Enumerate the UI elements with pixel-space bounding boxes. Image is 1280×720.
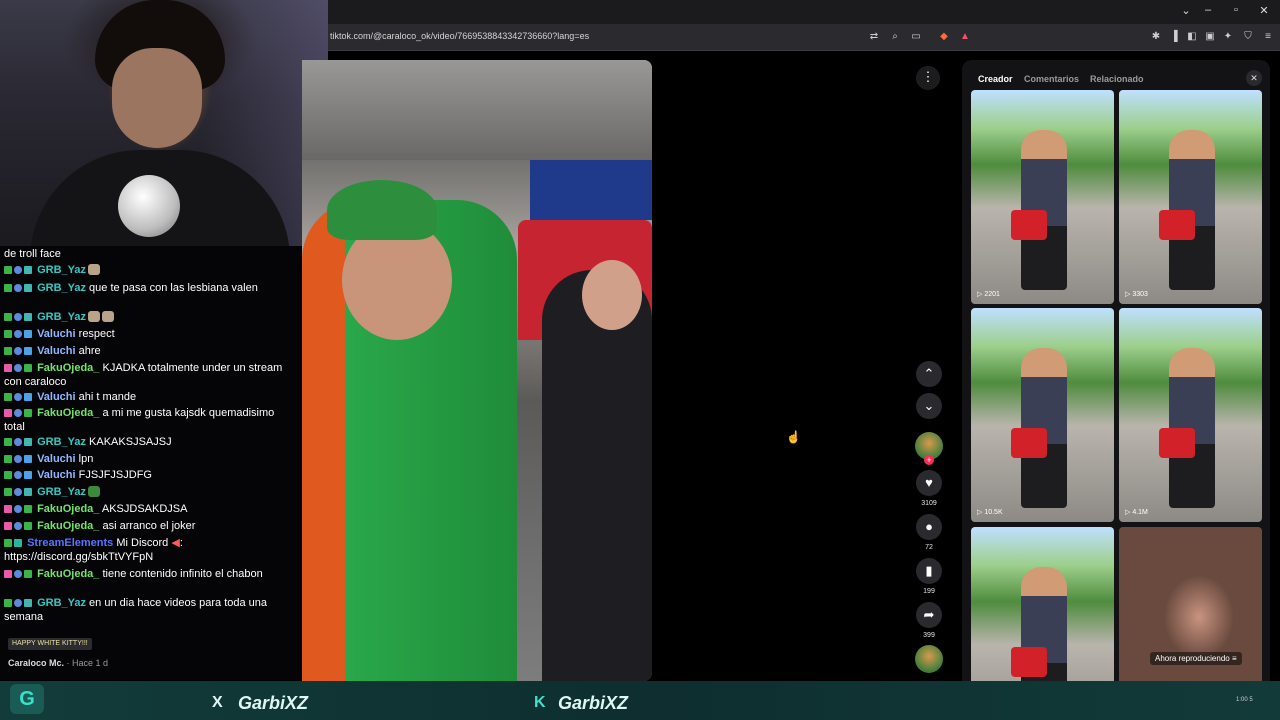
- video-thumbnail[interactable]: ▷ 3303: [1119, 90, 1262, 304]
- sidebar-icon[interactable]: ▐: [1168, 31, 1180, 43]
- chat-message: Valuchi respect: [4, 328, 296, 342]
- chat-message: GRB_Yaz: [4, 311, 296, 325]
- split-view-icon[interactable]: ◧: [1186, 31, 1198, 43]
- chat-username: Valuchi: [37, 469, 76, 481]
- chat-message: GRB_Yaz: [4, 264, 296, 278]
- close-window-button[interactable]: ✕: [1256, 4, 1272, 17]
- video-thumbnail[interactable]: [971, 527, 1114, 681]
- view-count: ▷ 2201: [977, 291, 1000, 298]
- bookmark-button[interactable]: ▮: [916, 558, 942, 584]
- chat-username: FakuOjeda_: [37, 520, 100, 532]
- microphone: [118, 175, 180, 237]
- chat-message: GRB_Yaz en un dia hace videos para toda …: [4, 597, 268, 623]
- chat-message: Valuchi ahi t mande: [4, 391, 296, 405]
- system-clock: 1:00 5: [1236, 697, 1253, 703]
- chat-message: StreamElements Mi Discord ◀: https://dis…: [4, 537, 183, 563]
- translate-icon[interactable]: ⇄: [868, 31, 880, 43]
- video-thumbnail[interactable]: ▷ 2201: [971, 90, 1114, 304]
- chat-username: GRB_Yaz: [37, 311, 86, 323]
- share-button[interactable]: ➦: [916, 602, 942, 628]
- chat-message: GRB_Yaz que te pasa con las lesbiana val…: [4, 282, 296, 296]
- wallet-icon[interactable]: ▣: [1204, 31, 1216, 43]
- video-thumbnail[interactable]: ▷ 4.1M: [1119, 308, 1262, 522]
- cast-icon[interactable]: ▭: [910, 31, 922, 43]
- kick-icon: K: [534, 694, 546, 711]
- chat-username: Valuchi: [37, 391, 76, 403]
- chat-message: GRB_Yaz: [4, 486, 296, 500]
- tab-creator[interactable]: Creador: [978, 74, 1013, 84]
- chat-username: GRB_Yaz: [37, 264, 86, 276]
- menu-icon[interactable]: ≡: [1262, 31, 1274, 43]
- twitter-handle: GarbiXZ: [238, 693, 309, 713]
- tab-comments[interactable]: Comentarios: [1024, 74, 1079, 84]
- like-button[interactable]: ♥: [916, 470, 942, 496]
- follow-plus-icon[interactable]: +: [924, 455, 934, 465]
- equalizer-icon: ≡: [1231, 654, 1237, 663]
- chat-message: FakuOjeda_ asi arranco el joker: [4, 520, 296, 534]
- pinned-badge: HAPPY WHITE KITTY!!!: [8, 638, 92, 650]
- view-count: ▷ 3303: [1125, 291, 1148, 298]
- minimize-button[interactable]: –: [1200, 4, 1216, 16]
- chat-username: FakuOjeda_: [37, 568, 100, 580]
- tab-list-chevron-icon[interactable]: ⌄: [1178, 4, 1194, 17]
- video-thumbnail[interactable]: ▷ 10.5K: [971, 308, 1114, 522]
- chat-message: GRB_Yaz KAKAKSJSAJSJ: [4, 436, 296, 450]
- extensions-icon[interactable]: ✱: [1150, 31, 1162, 43]
- now-playing-label: Ahora reproduciendo ≡: [1150, 652, 1242, 665]
- chat-message: de troll face: [4, 248, 61, 260]
- chat-username: GRB_Yaz: [37, 597, 86, 609]
- like-count: 3109: [921, 500, 937, 507]
- creator-name: Caraloco Mc.: [8, 658, 65, 668]
- chat-message: FakuOjeda_ AKSJDSAKDJSA: [4, 503, 296, 517]
- video-creator-row: Caraloco Mc. · Hace 1 d: [8, 658, 108, 668]
- chat-username: StreamElements: [27, 537, 114, 549]
- zoom-icon[interactable]: ⌕: [889, 31, 901, 43]
- megaphone-icon: ◀: [171, 537, 180, 549]
- kick-handle: GarbiXZ: [558, 693, 629, 713]
- chat-username: GRB_Yaz: [37, 486, 86, 498]
- save-count: 199: [923, 588, 935, 595]
- stream-overlay-bar: [0, 681, 1280, 720]
- chat-username: Valuchi: [37, 328, 76, 340]
- chat-username: Valuchi: [37, 345, 76, 357]
- maximize-button[interactable]: ▫: [1228, 4, 1244, 16]
- brave-shield-icon[interactable]: ◆: [938, 31, 950, 43]
- chat-message: Valuchi FJSJFJSJDFG: [4, 469, 296, 483]
- chat-message: FakuOjeda_ a mi me gusta kajsdk quemadis…: [4, 407, 275, 433]
- vpn-shield-icon[interactable]: ⛉: [1242, 31, 1254, 43]
- next-video-button[interactable]: ⌄: [916, 393, 942, 419]
- channel-logo-icon: G: [10, 684, 44, 714]
- x-twitter-icon: X: [212, 694, 223, 711]
- chat-message: Valuchi ahre: [4, 345, 296, 359]
- webcam-overlay: [0, 0, 328, 246]
- url-text[interactable]: tiktok.com/@caraloco_ok/video/7669538843…: [330, 31, 589, 41]
- side-panel: Creador Comentarios Relacionado ✕ ▷ 2201…: [962, 60, 1270, 681]
- chat-username: Valuchi: [37, 453, 76, 465]
- rewards-icon[interactable]: ▲: [959, 31, 971, 43]
- comment-count: 72: [925, 544, 933, 551]
- view-count: ▷ 10.5K: [977, 509, 1003, 516]
- chat-username: FakuOjeda_: [37, 362, 100, 374]
- chat-username: GRB_Yaz: [37, 282, 86, 294]
- mouse-cursor-icon: ☝: [786, 430, 801, 444]
- previous-video-button[interactable]: ⌃: [916, 361, 942, 387]
- music-disc-avatar[interactable]: [915, 645, 943, 673]
- chat-username: FakuOjeda_: [37, 503, 100, 515]
- chat-username: GRB_Yaz: [37, 436, 86, 448]
- close-icon[interactable]: ✕: [1246, 70, 1262, 86]
- comment-button[interactable]: ●: [916, 514, 942, 540]
- tab-related[interactable]: Relacionado: [1090, 74, 1144, 84]
- view-count: ▷ 4.1M: [1125, 509, 1148, 516]
- more-options-button[interactable]: ⋮: [916, 66, 940, 90]
- share-count: 399: [923, 632, 935, 639]
- leo-ai-icon[interactable]: ✦: [1222, 31, 1234, 43]
- chat-message: Valuchi lpn: [4, 453, 296, 467]
- chat-username: FakuOjeda_: [37, 407, 100, 419]
- tiktok-video-player[interactable]: [302, 60, 652, 681]
- chat-message: FakuOjeda_ tiene contenido infinito el c…: [4, 568, 296, 582]
- chat-message: FakuOjeda_ KJADKA totalmente under un st…: [4, 362, 283, 388]
- creator-time: · Hace 1 d: [66, 658, 109, 668]
